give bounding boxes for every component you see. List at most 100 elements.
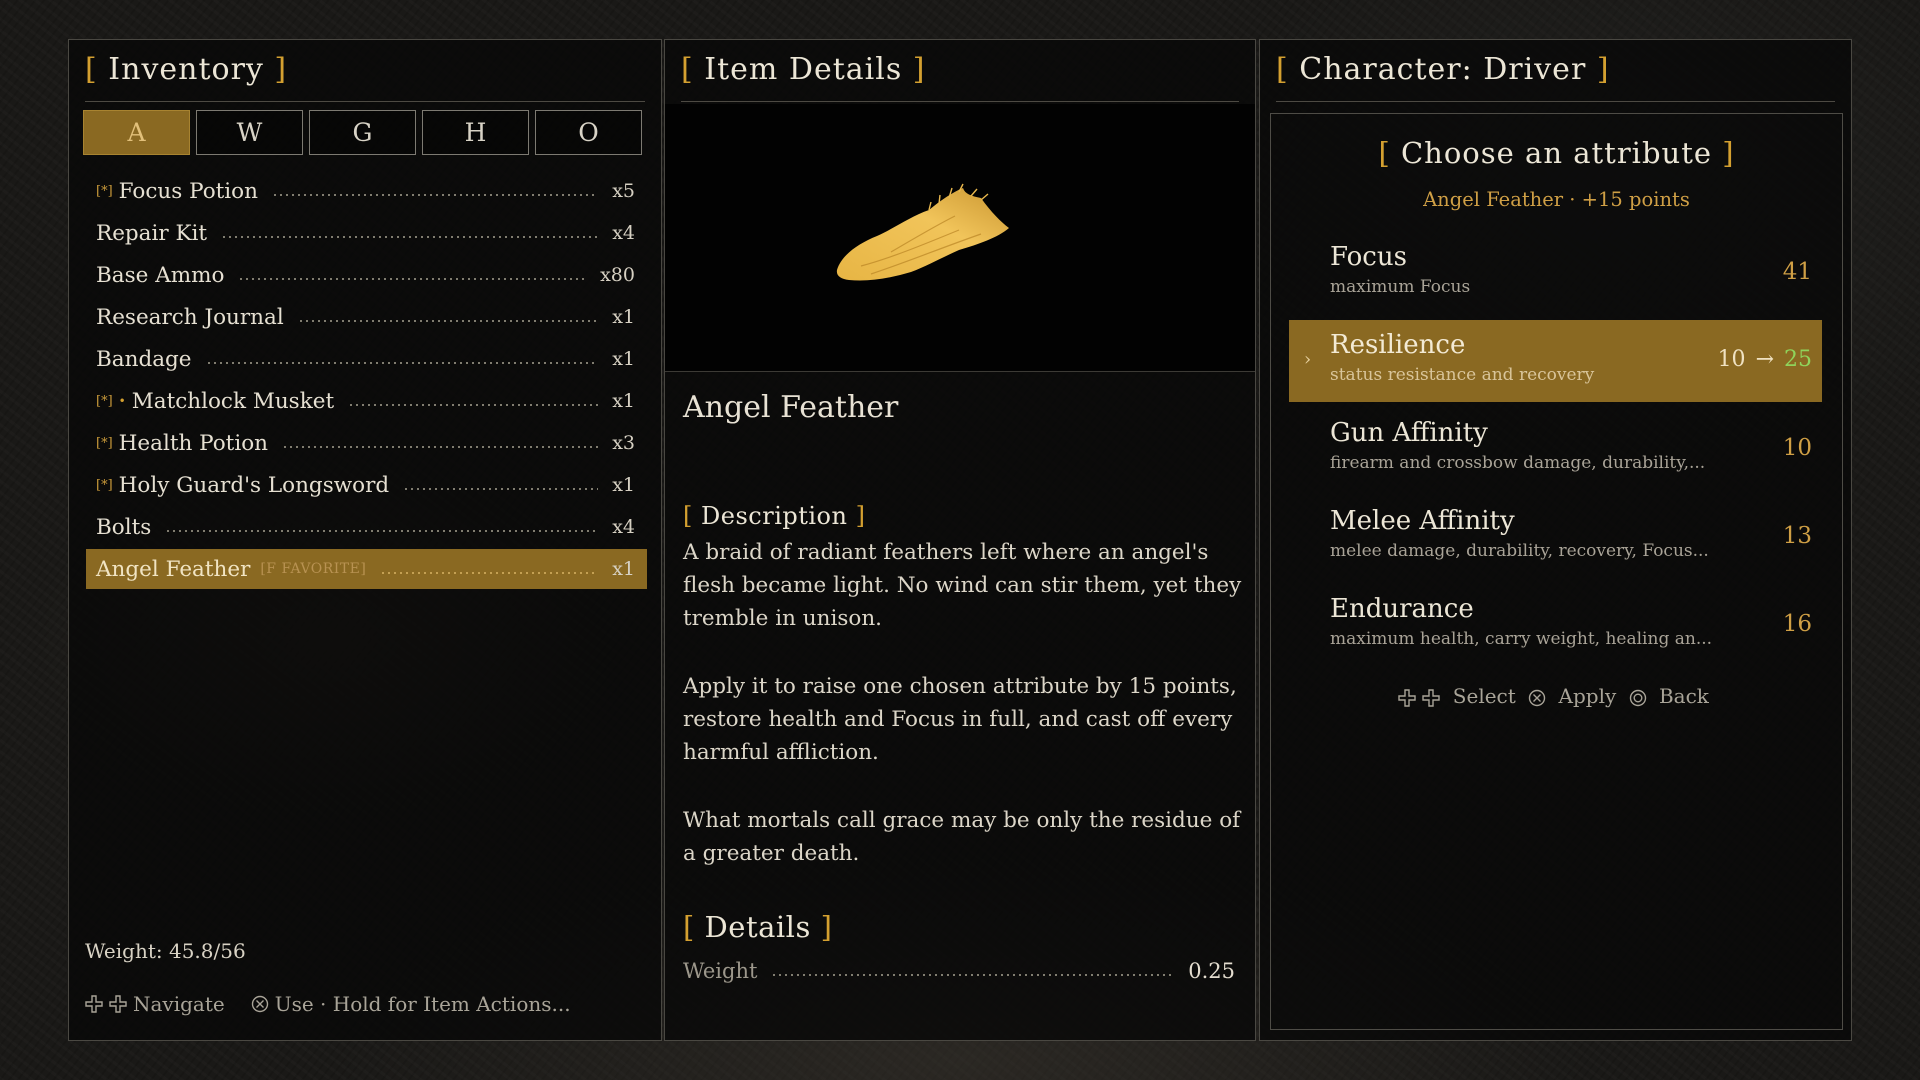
leader-dots (205, 362, 599, 364)
attribute-row[interactable]: Gun Affinity firearm and crossbow damage,… (1289, 408, 1822, 490)
divider (85, 101, 645, 102)
inventory-controls-hint: Navigate Use · Hold for Item Actions... (85, 992, 571, 1016)
weight-row: Weight 0.25 (683, 959, 1235, 983)
apply-hint: Apply (1558, 684, 1617, 708)
inventory-list: [*] Focus Potion x5 Repair Kit x4 Base Ammo x8… (86, 170, 647, 589)
item-quantity: x1 (612, 306, 635, 328)
dpad-icon (109, 995, 127, 1013)
use-hint: Use · Hold for Item Actions... (274, 992, 571, 1016)
divider (681, 101, 1239, 102)
back-hint: Back (1658, 684, 1709, 708)
dpad-icon (1398, 688, 1416, 707)
tab-o[interactable]: O (535, 110, 642, 155)
select-hint: Select (1452, 684, 1516, 708)
favorite-marker: [*] (96, 393, 113, 409)
item-name: Bolts (96, 514, 152, 540)
panel-title: [ Inventory ] (85, 52, 288, 87)
cross-button-icon (1528, 689, 1546, 706)
item-preview (665, 104, 1255, 372)
attribute-row[interactable]: › Resilience status resistance and recover… (1289, 320, 1822, 402)
item-quantity: x80 (600, 264, 635, 286)
dpad-icon (1422, 688, 1441, 707)
inventory-item[interactable]: Bolts x4 (86, 506, 647, 548)
weight-label: Weight (683, 959, 758, 983)
inventory-item[interactable]: [*] • Matchlock Musket x1 (86, 380, 647, 422)
tab-a[interactable]: A (83, 110, 190, 155)
item-quantity: x1 (612, 474, 635, 496)
panel-title: [ Item Details ] (681, 52, 926, 87)
tab-g[interactable]: G (309, 110, 416, 155)
inventory-item[interactable]: Bandage x1 (86, 338, 647, 380)
attribute-row[interactable]: Endurance maximum health, carry weight, h… (1289, 584, 1822, 666)
leader-dots (238, 278, 587, 280)
item-name: Angel Feather (683, 390, 899, 425)
item-name: Focus Potion (118, 178, 258, 204)
item-name: Repair Kit (96, 220, 208, 246)
attribute-description: status resistance and recovery (1330, 365, 1595, 385)
leader-dots (403, 488, 599, 490)
item-quantity: x4 (612, 516, 635, 538)
points-subtitle: Angel Feather · +15 points (1423, 188, 1690, 211)
inventory-item[interactable]: [*] Holy Guard's Longsword x1 (86, 464, 647, 506)
attribute-list: Focus maximum Focus 41 › Resilience status re… (1289, 232, 1822, 672)
inventory-panel: [ Inventory ] A W G H O [*] Focus Potion x… (68, 39, 662, 1041)
arrow-right-icon: → (1755, 347, 1774, 372)
item-quantity: x3 (612, 432, 635, 454)
favorite-marker: [*] (96, 477, 113, 493)
attribute-value: 10 (1783, 435, 1812, 461)
panel-title: [ Character: Driver ] (1276, 52, 1610, 87)
item-name: Base Ammo (96, 262, 225, 288)
item-name: Bandage (96, 346, 192, 372)
category-tabs: A W G H O (83, 110, 642, 155)
item-quantity: x5 (612, 180, 635, 202)
inventory-item[interactable]: Angel Feather [F FAVORITE] x1 (86, 549, 647, 589)
choose-attribute-heading: [ Choose an attribute ] (1378, 136, 1735, 170)
circle-button-icon (1629, 689, 1646, 706)
leader-dots (221, 236, 599, 238)
item-quantity: x1 (612, 558, 635, 580)
attribute-row[interactable]: Focus maximum Focus 41 (1289, 232, 1822, 314)
favorite-marker: [*] (96, 183, 113, 199)
item-name: Research Journal (96, 304, 284, 330)
description-heading: [ Description ] (683, 502, 866, 530)
item-name: Matchlock Musket (131, 388, 335, 414)
attribute-value: 41 (1783, 259, 1812, 285)
item-quantity: x4 (612, 222, 635, 244)
details-heading: [ Details ] (683, 910, 833, 944)
description-paragraph: Apply it to raise one chosen attribute b… (683, 674, 1237, 765)
current-value: 10 (1782, 435, 1812, 461)
attribute-controls-hint: Select Apply Back (1271, 684, 1842, 708)
current-value: 13 (1782, 523, 1812, 549)
inventory-item[interactable]: [*] Focus Potion x5 (86, 170, 647, 212)
attribute-description: melee damage, durability, recovery, Focu… (1330, 541, 1709, 561)
carry-weight: Weight: 45.8/56 (85, 939, 246, 963)
leader-dots (165, 530, 599, 532)
item-name: Health Potion (118, 430, 268, 456)
tab-w[interactable]: W (196, 110, 303, 155)
attribute-description: maximum Focus (1330, 277, 1471, 297)
leader-dots (348, 404, 599, 406)
attribute-value: 16 (1783, 611, 1812, 637)
cross-button-icon (251, 995, 268, 1013)
item-name: Angel Feather (96, 556, 251, 582)
leader-dots (271, 194, 599, 196)
item-name: Holy Guard's Longsword (118, 472, 390, 498)
attribute-name: Resilience (1330, 330, 1466, 360)
attribute-name: Focus (1330, 242, 1407, 272)
equipped-dot-icon: • (118, 394, 126, 408)
current-value: 10 (1717, 347, 1746, 372)
inventory-item[interactable]: [*] Health Potion x3 (86, 422, 647, 464)
tab-h[interactable]: H (422, 110, 529, 155)
attribute-description: firearm and crossbow damage, durability,… (1330, 453, 1706, 473)
inventory-item[interactable]: Repair Kit x4 (86, 212, 647, 254)
weight-value: 0.25 (1188, 959, 1235, 983)
favorite-hint-tag: [F FAVORITE] (260, 561, 367, 577)
inventory-item[interactable]: Base Ammo x80 (86, 254, 647, 296)
attribute-row[interactable]: Melee Affinity melee damage, durability, … (1289, 496, 1822, 578)
dpad-icon (85, 995, 103, 1013)
current-value: 41 (1782, 259, 1812, 285)
new-value: 25 (1784, 347, 1812, 372)
inventory-item[interactable]: Research Journal x1 (86, 296, 647, 338)
leader-dots (380, 572, 599, 574)
item-details-panel: [ Item Details ] Angel Feather [ Descrip… (664, 39, 1256, 1041)
